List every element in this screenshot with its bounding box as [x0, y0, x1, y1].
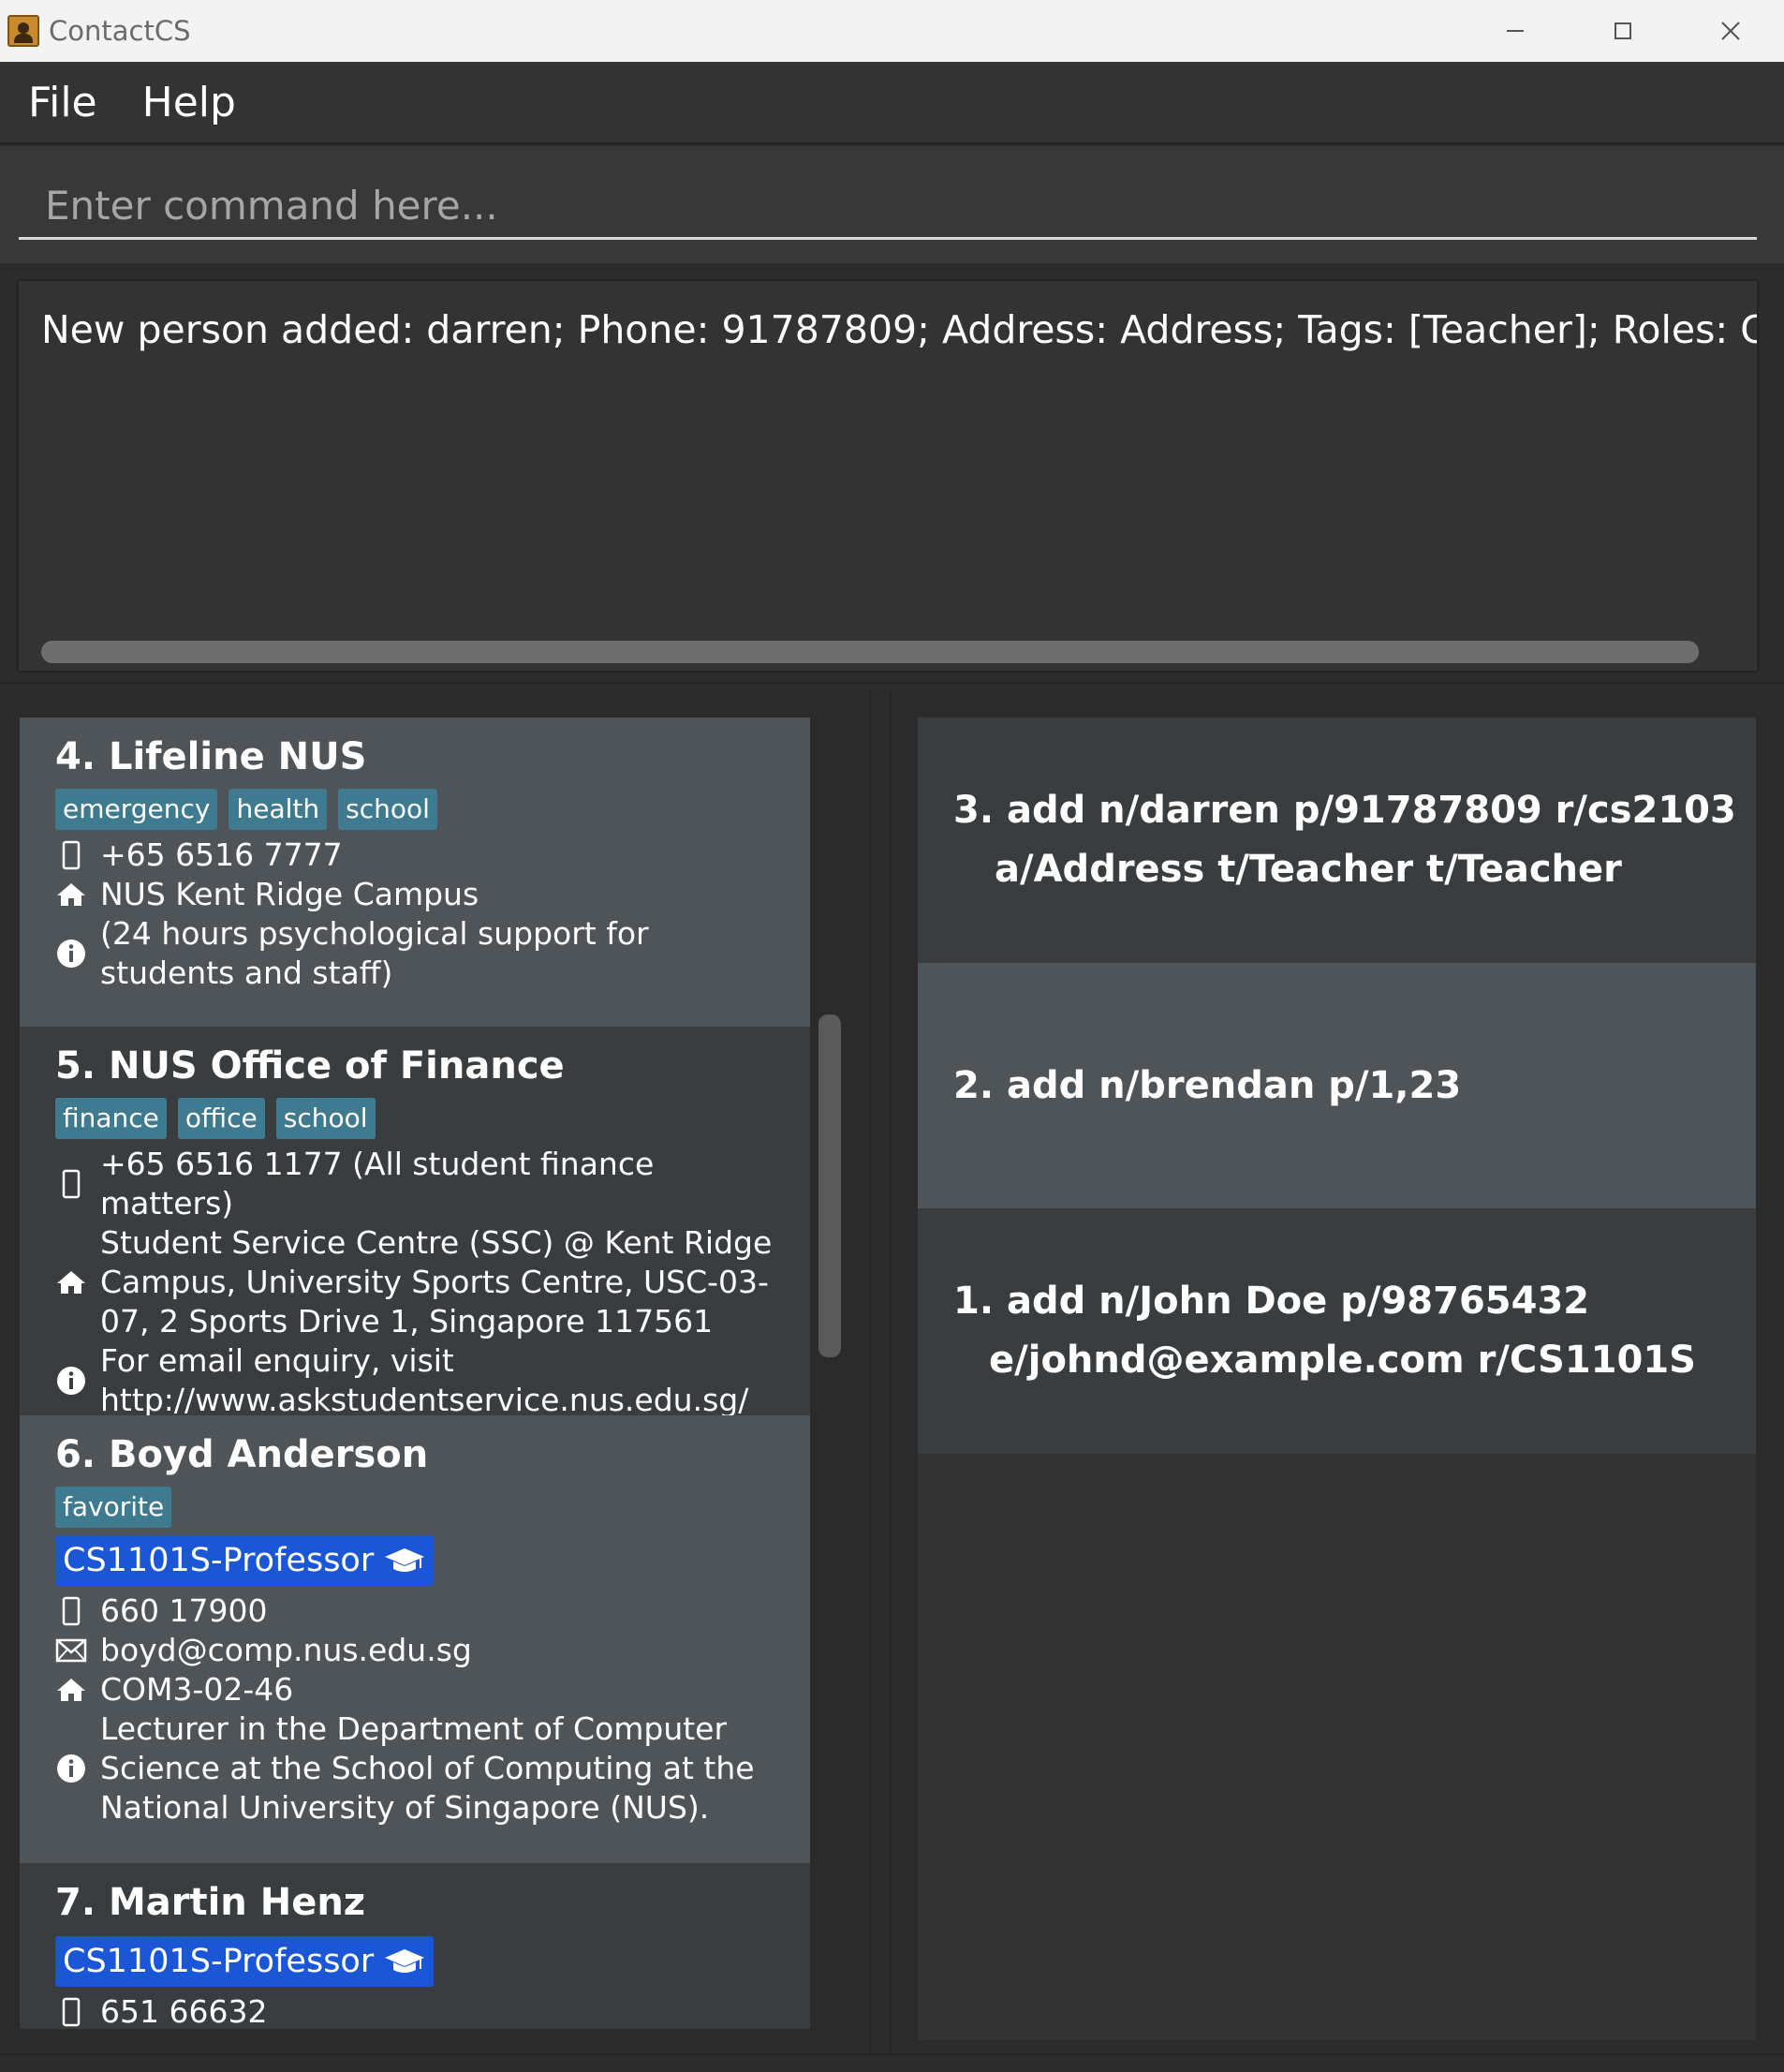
- tag: favorite: [55, 1487, 172, 1528]
- history-line: e/johnd@example.com r/CS1101S: [989, 1339, 1696, 1382]
- email-text: boyd@comp.nus.edu.sg: [100, 1632, 472, 1668]
- person-name: 7. Martin Henz: [55, 1881, 366, 1924]
- panel-divider-vertical: [869, 691, 871, 2053]
- person-list: 4. Lifeline NUS emergency health school …: [20, 718, 810, 2029]
- address-text: NUS Kent Ridge Campus: [100, 876, 479, 912]
- address-field: NUS Kent Ridge Campus: [55, 875, 810, 914]
- menu-bar: File Help: [0, 62, 1784, 144]
- phone-icon: [55, 840, 87, 870]
- minimize-icon: [1506, 30, 1524, 32]
- person-list-panel: 4. Lifeline NUS emergency health school …: [0, 691, 871, 2053]
- address-field: Student Service Centre (SSC) @ Kent Ridg…: [55, 1223, 810, 1341]
- address-text: Student Service Centre (SSC) @ Kent Ridg…: [100, 1224, 773, 1339]
- tag: school: [338, 789, 437, 830]
- person-list-scrollbar[interactable]: [818, 1014, 841, 1357]
- history-command: 1. add n/John Doe p/98765432 e/johnd@exa…: [953, 1272, 1696, 1390]
- window-title: ContactCS: [49, 15, 191, 47]
- person-card[interactable]: 4. Lifeline NUS emergency health school …: [20, 718, 810, 1027]
- phone-icon: [55, 1596, 87, 1626]
- role-list: CS1101S-Professor: [55, 1535, 810, 1586]
- tag: health: [229, 789, 328, 830]
- history-item[interactable]: 3. add n/darren p/91787809 r/cs2103 a/Ad…: [918, 718, 1756, 963]
- status-bar: [0, 2053, 1784, 2072]
- note-text: (24 hours psychological support for stud…: [100, 915, 649, 991]
- phone-field: 651 66632: [55, 1992, 810, 2029]
- close-icon: [1720, 22, 1740, 40]
- menu-help[interactable]: Help: [142, 79, 236, 126]
- tag: office: [177, 1098, 265, 1139]
- address-text: COM3-02-46: [100, 1671, 294, 1708]
- result-text: New person added: darren; Phone: 9178780…: [41, 307, 1757, 352]
- info-icon: [55, 1754, 87, 1783]
- tag: finance: [55, 1098, 167, 1139]
- history-line: 2. add n/brendan p/1,23: [953, 1063, 1462, 1107]
- person-name: 5. NUS Office of Finance: [55, 1044, 565, 1088]
- history-line: a/Address t/Teacher t/Teacher: [995, 848, 1622, 891]
- note-field: For email enquiry, visit http://www.asks…: [55, 1341, 810, 1420]
- phone-text: +65 6516 1177 (All student finance matte…: [100, 1146, 655, 1221]
- phone-icon: [55, 1997, 87, 2027]
- home-icon: [55, 1269, 87, 1295]
- home-icon: [55, 881, 87, 908]
- minimize-button[interactable]: [1461, 0, 1569, 62]
- close-button[interactable]: [1676, 0, 1784, 62]
- role-label: CS1101S-Professor: [63, 1542, 375, 1579]
- home-icon: [55, 1677, 87, 1703]
- address-field: COM3-02-46: [55, 1670, 810, 1709]
- role-list: CS1101S-Professor: [55, 1936, 810, 1987]
- person-card[interactable]: 6. Boyd Anderson favorite CS1101S-Profes…: [20, 1415, 810, 1863]
- result-display[interactable]: New person added: darren; Phone: 9178780…: [17, 279, 1759, 673]
- tag: school: [275, 1098, 376, 1139]
- note-text: Lecturer in the Department of Computer S…: [100, 1710, 755, 1826]
- phone-field: +65 6516 7777: [55, 836, 810, 875]
- note-field: Lecturer in the Department of Computer S…: [55, 1709, 810, 1828]
- tag: emergency: [55, 789, 218, 830]
- role-badge: CS1101S-Professor: [55, 1936, 435, 1987]
- phone-field: +65 6516 1177 (All student finance matte…: [55, 1145, 810, 1223]
- person-card[interactable]: 7. Martin Henz CS1101S-Professor 651 666…: [20, 1863, 810, 2029]
- note-text: For email enquiry, visit http://www.asks…: [100, 1342, 749, 1418]
- command-history-list: 3. add n/darren p/91787809 r/cs2103 a/Ad…: [918, 718, 1756, 2040]
- command-input[interactable]: [19, 174, 1757, 240]
- phone-field: 660 17900: [55, 1591, 810, 1631]
- maximize-icon: [1614, 22, 1631, 39]
- email-icon: [55, 1638, 87, 1663]
- person-card[interactable]: 5. NUS Office of Finance finance office …: [20, 1027, 810, 1418]
- history-item[interactable]: 2. add n/brendan p/1,23: [918, 963, 1756, 1208]
- history-command: 3. add n/darren p/91787809 r/cs2103 a/Ad…: [953, 781, 1736, 899]
- person-name: 4. Lifeline NUS: [55, 735, 367, 778]
- history-line: 1. add n/John Doe p/98765432: [953, 1280, 1590, 1323]
- history-item[interactable]: 1. add n/John Doe p/98765432 e/johnd@exa…: [918, 1208, 1756, 1454]
- phone-text: 660 17900: [100, 1592, 268, 1629]
- phone-icon: [55, 1169, 87, 1199]
- role-label: CS1101S-Professor: [63, 1943, 375, 1980]
- app-contact-icon: [7, 15, 39, 47]
- command-box: [0, 146, 1784, 263]
- history-command: 2. add n/brendan p/1,23: [953, 1057, 1461, 1116]
- phone-text: 651 66632: [100, 1993, 268, 2029]
- person-name: 6. Boyd Anderson: [55, 1433, 429, 1476]
- graduation-cap-icon: [385, 1548, 425, 1572]
- window-controls: [1461, 0, 1784, 62]
- maximize-button[interactable]: [1569, 0, 1676, 62]
- role-badge: CS1101S-Professor: [55, 1535, 435, 1586]
- panel-divider: [0, 682, 1784, 691]
- history-line: 3. add n/darren p/91787809 r/cs2103: [953, 789, 1736, 832]
- phone-text: +65 6516 7777: [100, 836, 343, 873]
- tag-list: finance office school: [55, 1098, 810, 1139]
- email-field: boyd@comp.nus.edu.sg: [55, 1631, 810, 1670]
- title-bar: ContactCS: [0, 0, 1784, 62]
- result-horizontal-scrollbar[interactable]: [41, 641, 1699, 663]
- command-history-panel: 3. add n/darren p/91787809 r/cs2103 a/Ad…: [890, 691, 1784, 2053]
- tag-list: favorite: [55, 1487, 810, 1528]
- note-field: (24 hours psychological support for stud…: [55, 914, 810, 993]
- menu-file[interactable]: File: [28, 79, 97, 126]
- tag-list: emergency health school: [55, 789, 810, 830]
- graduation-cap-icon: [385, 1949, 425, 1973]
- info-icon: [55, 1366, 87, 1396]
- info-icon: [55, 939, 87, 969]
